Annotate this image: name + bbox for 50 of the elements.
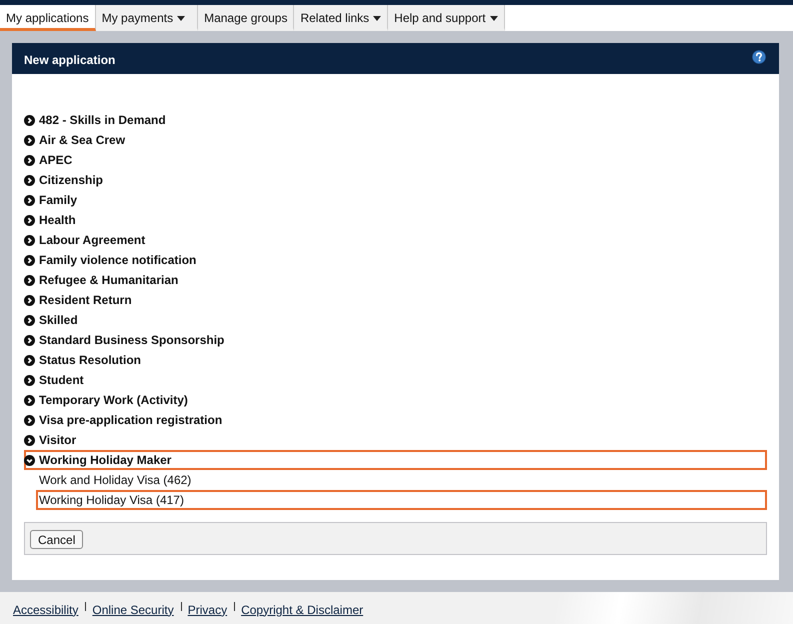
footer-link[interactable]: Accessibility — [13, 602, 78, 616]
chevron-right-circle-icon — [24, 254, 35, 266]
chevron-right-circle-icon — [24, 194, 35, 206]
chevron-right-circle-icon — [24, 294, 35, 306]
category-item[interactable]: Student — [24, 370, 767, 390]
chevron-right-circle-icon — [24, 154, 35, 166]
chevron-right-circle-icon — [24, 414, 35, 426]
visa-item[interactable]: Work and Holiday Visa (462) — [36, 470, 767, 490]
chevron-right-circle-icon — [24, 214, 35, 226]
category-item[interactable]: Standard Business Sponsorship — [24, 330, 767, 350]
chevron-right-circle-icon — [24, 234, 35, 246]
chevron-right-circle-icon — [24, 354, 35, 366]
category-item[interactable]: Resident Return — [24, 290, 767, 310]
chevron-right-circle-icon — [24, 394, 35, 406]
category-item[interactable]: Family violence notification — [24, 250, 767, 270]
category-item[interactable]: Labour Agreement — [24, 230, 767, 250]
nav-tab[interactable]: My payments — [96, 5, 198, 31]
footer-link[interactable]: Privacy — [188, 602, 228, 616]
category-item[interactable]: Visitor — [24, 430, 767, 450]
chevron-right-circle-icon — [24, 174, 35, 186]
chevron-right-circle-icon — [24, 334, 35, 346]
nav-tab[interactable]: Related links — [294, 5, 388, 31]
category-item[interactable]: Air & Sea Crew — [24, 130, 767, 150]
nav-tab[interactable]: Manage groups — [198, 5, 294, 31]
panel-title: New application — [24, 52, 116, 67]
visa-item[interactable]: Working Holiday Visa (417) — [36, 490, 767, 510]
category-item[interactable]: APEC — [24, 150, 767, 170]
category-item[interactable]: Skilled — [24, 310, 767, 330]
category-item[interactable]: Working Holiday Maker — [24, 450, 767, 470]
category-item[interactable]: Temporary Work (Activity) — [24, 390, 767, 410]
help-icon[interactable] — [752, 50, 766, 64]
category-item[interactable]: Family — [24, 190, 767, 210]
category-item[interactable]: Refugee & Humanitarian — [24, 270, 767, 290]
nav-tab[interactable]: My applications — [0, 5, 96, 31]
chevron-right-circle-icon — [24, 274, 35, 286]
nav-tab[interactable]: Help and support — [388, 5, 505, 31]
chevron-right-circle-icon — [24, 134, 35, 146]
footer-link[interactable]: Copyright & Disclaimer — [241, 602, 364, 616]
chevron-right-circle-icon — [24, 434, 35, 446]
chevron-right-circle-icon — [24, 314, 35, 326]
chevron-right-circle-icon — [24, 374, 35, 386]
category-item[interactable]: 482 - Skills in Demand — [24, 110, 767, 130]
chevron-right-circle-icon — [24, 114, 35, 126]
category-item[interactable]: Citizenship — [24, 170, 767, 190]
footer-link[interactable]: Online Security — [92, 602, 174, 616]
category-item[interactable]: Status Resolution — [24, 350, 767, 370]
category-item[interactable]: Visa pre-application registration — [24, 410, 767, 430]
category-item[interactable]: Health — [24, 210, 767, 230]
cancel-button[interactable]: Cancel — [30, 530, 84, 549]
chevron-down-circle-icon — [24, 454, 35, 466]
